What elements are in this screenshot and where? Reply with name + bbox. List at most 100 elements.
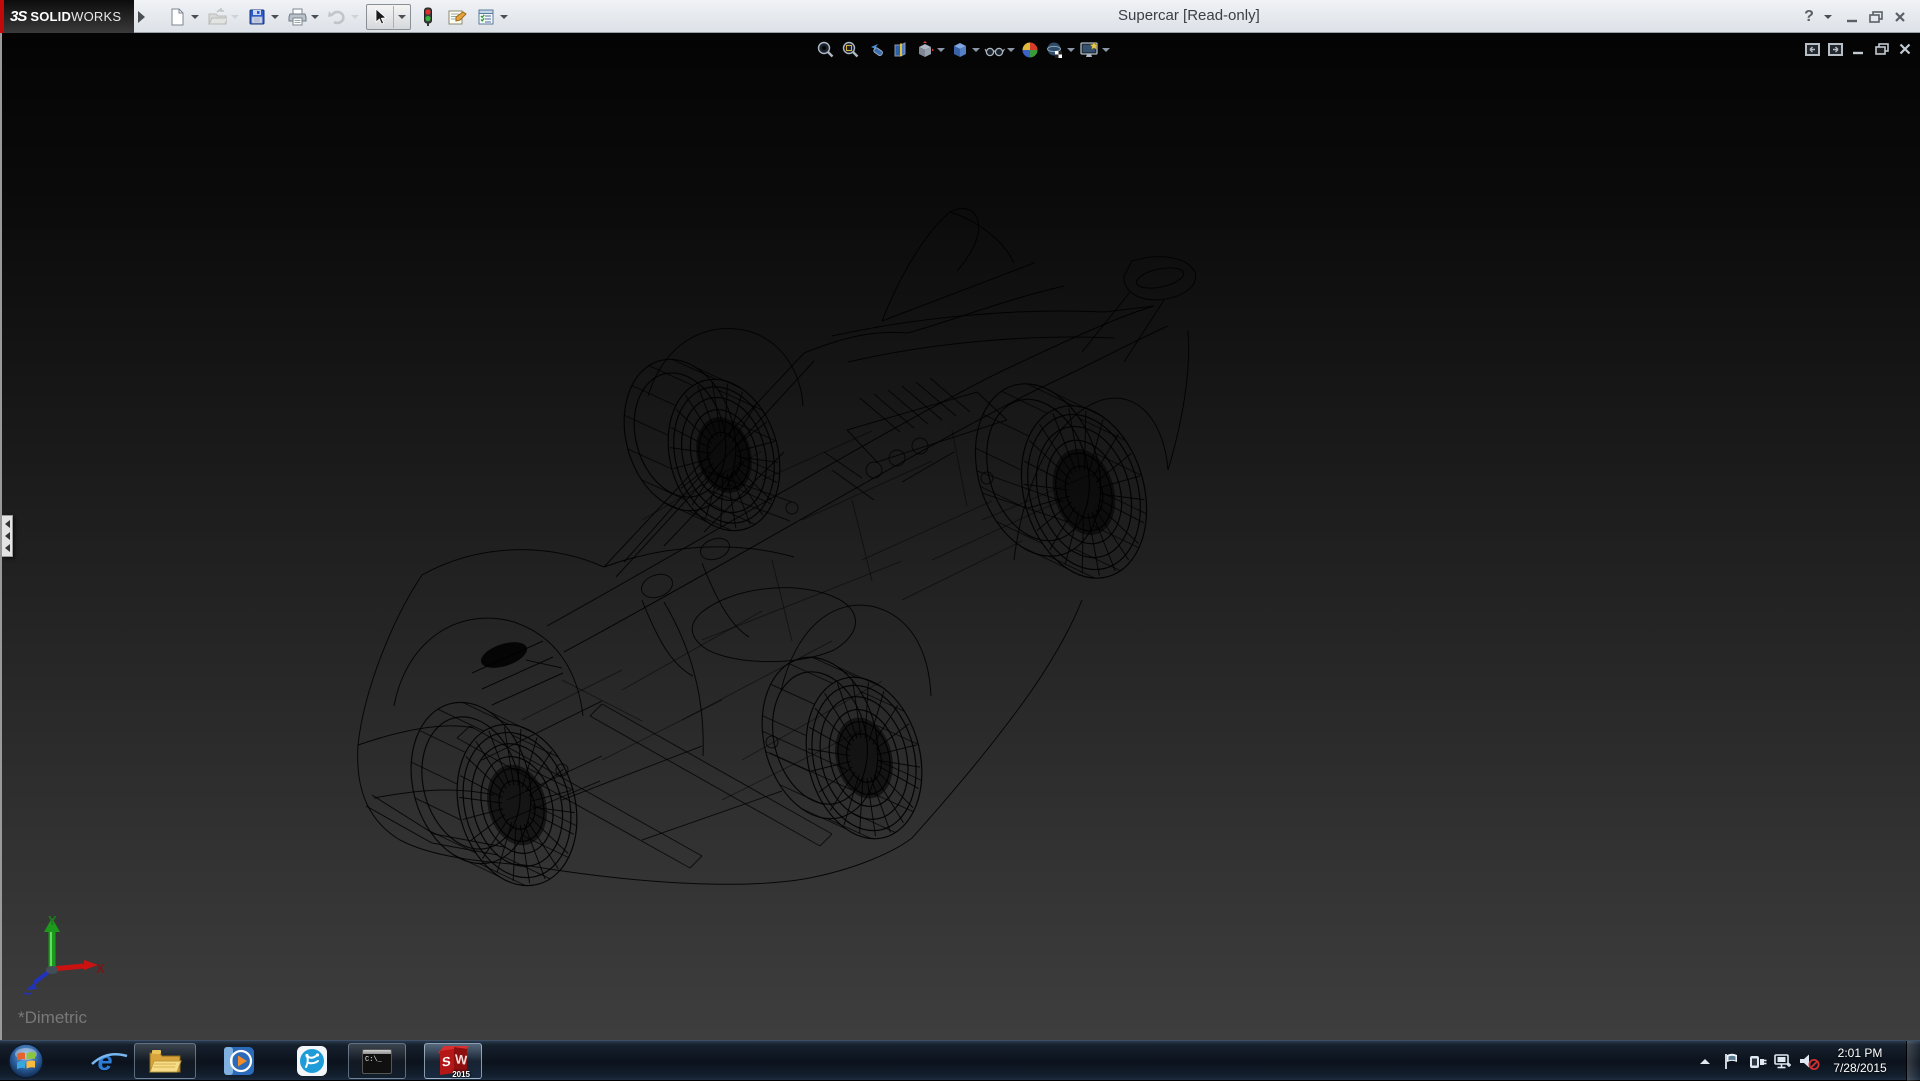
solidworks-logo: 3S SOLIDWORKS [0,0,134,33]
sync-app-icon [297,1046,327,1076]
brand-name-light: WORKS [71,9,121,24]
doc-restore-icon [1874,42,1890,56]
collapsed-panel-tab[interactable] [2,515,13,557]
eyeglasses-icon [984,40,1005,61]
file-properties-button[interactable] [446,4,468,30]
pane-right-toggle-button[interactable] [1824,39,1847,59]
options-icon [475,6,497,28]
chevron-left-icon [5,532,10,540]
dropdown-icon[interactable] [1067,48,1075,52]
volume-button[interactable] [1796,1041,1822,1081]
dropdown-icon[interactable] [1007,48,1015,52]
dropdown-icon[interactable] [972,48,980,52]
dropdown-icon[interactable] [937,48,945,52]
taskbar-item-sync-app[interactable] [290,1043,334,1079]
heads-up-view-toolbar [814,38,1114,62]
new-document-button[interactable] [166,4,199,30]
open-button[interactable] [206,4,239,30]
network-button[interactable] [1770,1041,1796,1081]
view-settings-button[interactable] [1079,40,1110,61]
edit-appearance-button[interactable] [1019,40,1040,61]
minimize-button[interactable] [1840,6,1864,28]
show-hidden-icons-button[interactable] [1692,1041,1718,1081]
dropdown-icon[interactable] [398,15,406,19]
print-button[interactable] [286,4,319,30]
document-window-controls [1801,38,1916,60]
folder-icon [148,1047,182,1075]
view-orientation-icon [914,40,935,61]
taskbar-item-windows-explorer[interactable] [134,1043,196,1079]
clock-date: 7/28/2015 [1833,1061,1886,1076]
close-button[interactable] [1888,6,1912,28]
save-button[interactable] [246,4,279,30]
print-icon [286,6,308,28]
taskbar-item-command-prompt[interactable]: C:\_ [348,1043,406,1079]
svg-text:Y: Y [48,915,57,928]
command-prompt-icon: C:\_ [362,1049,392,1074]
close-icon [1893,10,1907,24]
display-style-button[interactable] [949,40,980,61]
windows-start-icon [7,1042,45,1080]
pane-left-toggle-button[interactable] [1801,39,1824,59]
select-tool-button[interactable] [366,4,411,30]
svg-text:X: X [96,961,105,976]
section-view-button[interactable] [889,40,910,61]
taskbar-item-internet-explorer[interactable]: e [84,1043,126,1079]
apply-scene-icon [1044,40,1065,61]
cmd-prompt-text: C:\_ [363,1054,391,1064]
display-style-icon [949,40,970,61]
dropdown-icon [351,15,359,19]
dassault-red-strip [0,0,4,33]
help-dropdown-icon[interactable] [1824,15,1832,19]
menu-expand-icon[interactable] [138,11,145,23]
restore-icon [1868,10,1884,24]
dropdown-icon[interactable] [311,15,319,19]
doc-restore-button[interactable] [1870,39,1893,59]
zoom-to-area-button[interactable] [839,40,860,61]
view-orientation-button[interactable] [914,40,945,61]
dropdown-icon[interactable] [271,15,279,19]
window-controls: ? [1797,4,1912,29]
wireframe-car-model [2,33,1920,1040]
action-center-button[interactable] [1718,1041,1744,1081]
new-document-icon [166,6,188,28]
previous-view-icon [864,40,885,61]
power-button[interactable] [1744,1041,1770,1081]
rebuild-traffic-light-icon [417,6,439,28]
previous-view-button[interactable] [864,40,885,61]
media-player-icon [223,1045,255,1077]
solidworks-2015-icon: S W 2015 [438,1046,468,1076]
flag-icon [1722,1052,1740,1070]
save-icon [246,6,268,28]
zoom-to-fit-button[interactable] [814,40,835,61]
undo-button[interactable] [326,4,359,30]
apply-scene-button[interactable] [1044,40,1075,61]
divider [393,6,394,28]
doc-minimize-button[interactable] [1847,39,1870,59]
internet-explorer-icon: e [97,1046,112,1077]
doc-minimize-icon [1851,42,1866,56]
start-button[interactable] [4,1043,48,1079]
open-icon [206,6,228,28]
help-button[interactable]: ? [1797,6,1821,28]
doc-close-icon [1898,42,1912,56]
graphics-viewport[interactable]: X Y *Dimetric [0,33,1920,1040]
pane-left-icon [1804,42,1821,57]
pane-right-icon [1827,42,1844,57]
volume-muted-icon [1798,1052,1820,1070]
show-desktop-button[interactable] [1906,1041,1920,1081]
restore-button[interactable] [1864,6,1888,28]
dropdown-icon[interactable] [500,15,508,19]
hide-show-items-button[interactable] [984,40,1015,61]
options-button[interactable] [475,4,508,30]
taskbar-clock[interactable]: 2:01 PM 7/28/2015 [1822,1041,1898,1081]
chevron-up-icon [1698,1056,1712,1066]
doc-close-button[interactable] [1893,39,1916,59]
dropdown-icon[interactable] [1102,48,1110,52]
dropdown-icon[interactable] [191,15,199,19]
brand-mark: 3S [10,8,26,25]
rebuild-button[interactable] [417,4,439,30]
taskbar-item-solidworks[interactable]: S W 2015 [424,1043,482,1079]
taskbar-item-media-player[interactable] [218,1043,260,1079]
window-title: Supercar [Read-only] [1118,7,1260,24]
